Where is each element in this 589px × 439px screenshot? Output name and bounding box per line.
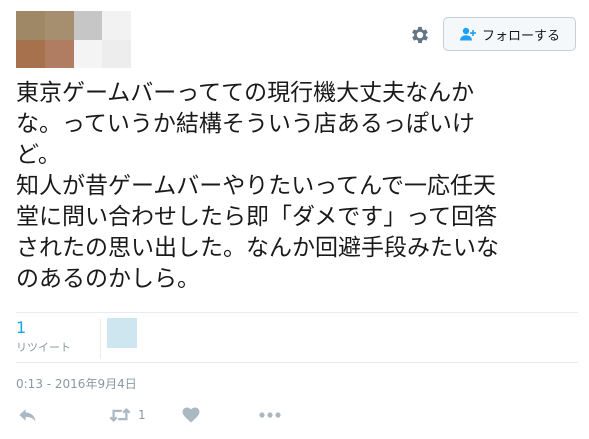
tweet-text-line: な。っていうか結構そういう店あるっぽいけ <box>16 111 475 137</box>
avatar-pixel <box>131 11 160 40</box>
avatar-pixel <box>131 39 160 68</box>
retweet-button[interactable]: 1 <box>109 404 146 426</box>
retweet-icon <box>109 407 131 423</box>
tweet-text-line: 堂に問い合わせしたら即「ダメです」って回答 <box>16 204 498 230</box>
person-plus-icon <box>459 27 477 41</box>
follow-button[interactable]: フォローする <box>443 17 576 51</box>
divider <box>100 319 101 359</box>
avatar-pixel <box>16 11 45 40</box>
tweet-text-line: ど。 <box>16 142 61 168</box>
avatar-pixel <box>44 39 74 68</box>
retweet-stat-label: リツイート <box>16 341 71 354</box>
avatar[interactable] <box>16 11 160 68</box>
tweet-text-line: 知人が昔ゲームバーやりたいってんで一応任天 <box>16 173 497 199</box>
retweeter-avatar[interactable] <box>107 318 137 348</box>
retweet-action-count: 1 <box>138 408 146 422</box>
tweet-text-line: 東京ゲームバーってての現行機大丈夫なんか <box>16 80 475 106</box>
divider <box>16 312 578 313</box>
heart-icon[interactable] <box>182 404 200 426</box>
tweet-timestamp[interactable]: 0:13 - 2016年9月4日 <box>16 375 137 392</box>
reply-icon[interactable] <box>18 404 37 426</box>
avatar-pixel <box>73 11 103 40</box>
tweet-text-line: されたの思い出した。なんか回避手段みたいな <box>16 235 499 261</box>
retweet-stats[interactable]: 1 リツイート <box>16 319 100 360</box>
avatar-pixel <box>102 11 132 40</box>
gear-icon[interactable] <box>409 24 431 46</box>
divider <box>16 362 578 363</box>
tweet-actions: 1 <box>16 404 316 428</box>
avatar-pixel <box>44 11 74 40</box>
tweet-text-line: のあるのかしら。 <box>16 266 200 292</box>
avatar-pixel <box>16 39 45 68</box>
more-icon[interactable] <box>259 404 281 426</box>
avatar-pixel <box>102 39 132 68</box>
follow-button-label: フォローする <box>481 28 560 44</box>
avatar-pixel <box>73 39 103 68</box>
retweet-stat-count: 1 <box>16 318 27 337</box>
tweet-text: 東京ゲームバーってての現行機大丈夫なんか な。っていうか結構そういう店あるっぽい… <box>16 78 561 295</box>
